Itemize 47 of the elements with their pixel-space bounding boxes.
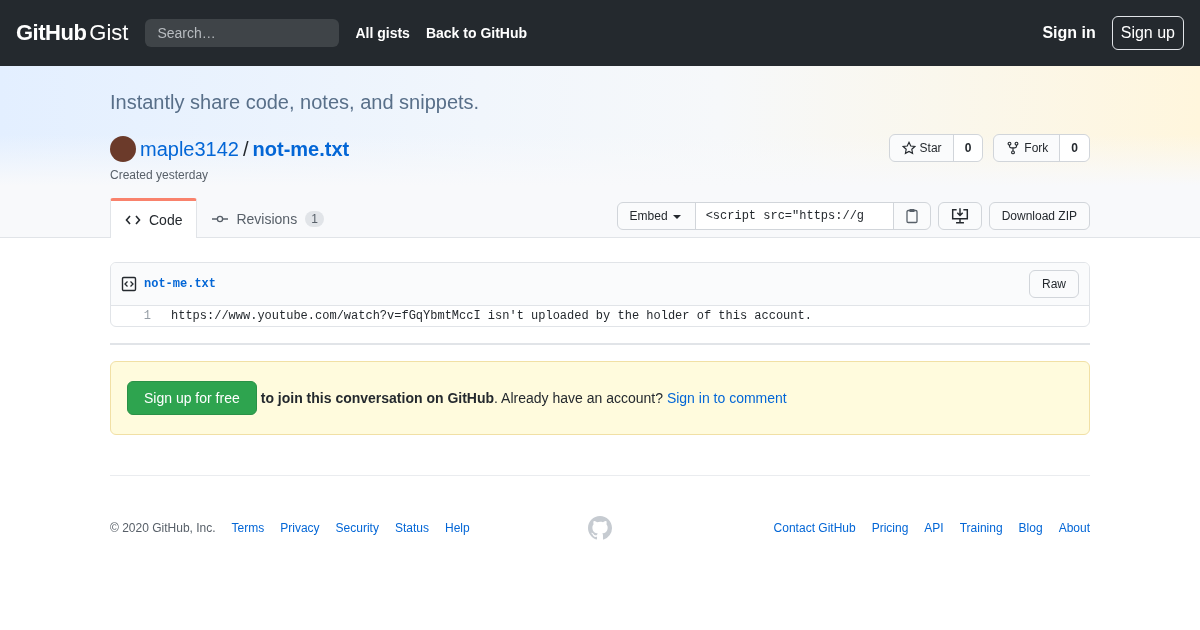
- tab[interactable]: Revisions 1: [197, 198, 339, 238]
- signup-message: to join this conversation on GitHub. Already have an account? Sign in to comment: [260, 390, 787, 406]
- footer-link[interactable]: Pricing: [871, 521, 909, 535]
- nav-link[interactable]: All gists: [355, 25, 410, 41]
- sign-up-button[interactable]: Sign up for free: [127, 381, 257, 415]
- created-text: Created yesterday: [110, 168, 210, 182]
- embed-dropdown[interactable]: Embed: [617, 203, 696, 229]
- logo-suffix[interactable]: Gist: [89, 20, 129, 46]
- desktop-download-icon: [950, 207, 969, 225]
- code-file-icon: [121, 276, 137, 292]
- gist-name-link[interactable]: not-me.txt: [252, 137, 350, 161]
- footer-link[interactable]: Contact GitHub: [773, 521, 856, 535]
- nav-link[interactable]: Back to GitHub: [425, 25, 528, 41]
- footer-link[interactable]: Security: [335, 521, 379, 535]
- avatar: [110, 136, 136, 162]
- search-field[interactable]: Search…: [145, 19, 340, 47]
- star-button[interactable]: Star: [889, 135, 954, 161]
- count-badge: 0: [953, 135, 983, 161]
- sign-up-button[interactable]: Sign up: [1111, 16, 1184, 50]
- fork-icon: [1006, 141, 1021, 155]
- tagline: Instantly share code, notes, and snippets.: [110, 91, 481, 114]
- footer-link[interactable]: Blog: [1018, 521, 1043, 535]
- file-name-link[interactable]: not-me.txt: [144, 277, 216, 291]
- footer-link[interactable]: Help: [444, 521, 470, 535]
- footer-link[interactable]: Training: [959, 521, 1003, 535]
- download-zip-button[interactable]: Download ZIP: [988, 202, 1090, 230]
- path-separator: /: [242, 137, 249, 161]
- footer-link[interactable]: Terms: [231, 521, 265, 535]
- desktop-button[interactable]: [937, 202, 982, 230]
- tab[interactable]: Code: [110, 198, 198, 238]
- footer-link[interactable]: Privacy: [280, 521, 320, 535]
- embed-field[interactable]: <script src="https://g: [695, 203, 894, 229]
- raw-button[interactable]: Raw: [1029, 270, 1079, 298]
- footer-link[interactable]: About: [1058, 521, 1090, 535]
- clipboard-icon: [903, 208, 920, 224]
- revision-count: 1: [305, 210, 324, 227]
- code-line: https://www.youtube.com/watch?v=fGqYbmtMccI isn't uploaded by the holder of this account.: [171, 309, 812, 323]
- logo-text[interactable]: GitHub: [16, 20, 87, 46]
- line-number: 1: [142, 309, 152, 323]
- owner-link[interactable]: maple3142: [140, 137, 239, 161]
- footer-link[interactable]: Status: [394, 521, 429, 535]
- footer-link[interactable]: API: [924, 521, 944, 535]
- sign-in-link[interactable]: Sign in: [1042, 24, 1096, 42]
- copyright-text: © 2020 GitHub, Inc.: [110, 521, 216, 535]
- sign-in-link[interactable]: Sign in to comment: [666, 390, 787, 406]
- count-badge: 0: [1060, 135, 1089, 161]
- star-icon: [901, 141, 916, 155]
